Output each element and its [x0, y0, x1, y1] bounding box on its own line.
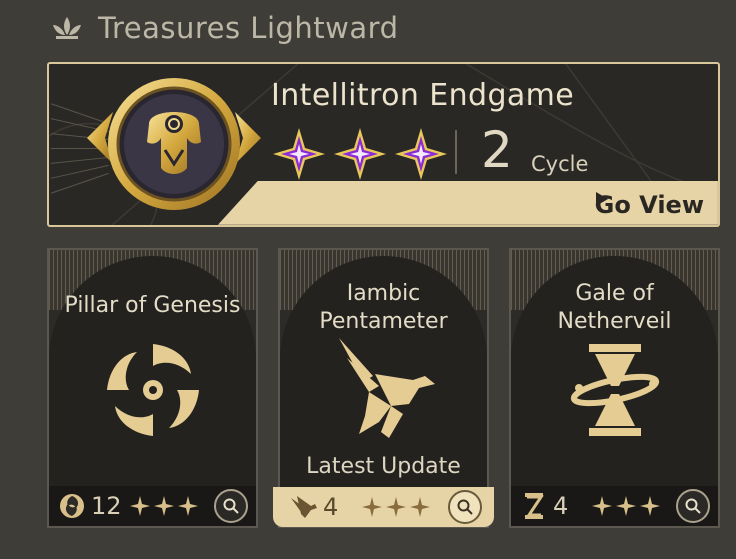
section-header: Treasures Lightward [50, 8, 398, 48]
purple-star-icon [395, 128, 447, 180]
difficulty-stars [129, 495, 199, 517]
small-star-icon [410, 497, 430, 517]
small-star-icon [592, 496, 612, 516]
purple-star-icon [334, 128, 386, 180]
small-star-icon [362, 497, 382, 517]
difficulty-stars [591, 495, 661, 517]
card-title: Gale of Netherveil [557, 281, 672, 334]
lotus-icon [50, 15, 84, 41]
go-view-label: Go View [594, 191, 704, 219]
play-arrow-icon [595, 192, 608, 206]
cycle-number: 2 [481, 121, 513, 179]
latest-update-label: Latest Update [306, 454, 461, 479]
small-star-icon [178, 496, 198, 516]
card-footer: 4 [511, 486, 718, 526]
search-icon [223, 498, 239, 514]
intellitron-endgame-card[interactable]: Intellitron Endgame 2 Cycle Go View [47, 62, 720, 227]
card-footer: 12 [49, 486, 256, 526]
search-icon [457, 499, 473, 515]
purple-star-icon [273, 128, 325, 180]
card-gale-of-netherveil[interactable]: Gale of Netherveil 4 [509, 248, 720, 528]
bird-icon [338, 338, 435, 438]
search-button[interactable] [448, 490, 482, 524]
section-title: Treasures Lightward [98, 11, 399, 45]
small-star-icon [386, 497, 406, 517]
vortex-icon [106, 344, 199, 436]
search-button[interactable] [676, 489, 710, 523]
feather-icon [289, 492, 319, 522]
hourglass-icon [570, 344, 659, 436]
card-title: Iambic Pentameter [319, 281, 448, 334]
go-view-bar: Go View [49, 181, 718, 225]
go-view-button[interactable]: Go View [595, 191, 704, 219]
challenge-title: Intellitron Endgame [271, 78, 575, 113]
hourglass-small-icon [519, 491, 549, 521]
highlighted-card-footer: 4 [273, 487, 494, 527]
star-rating [271, 126, 449, 182]
cycle-label: Cycle [531, 152, 589, 176]
swirl-icon [57, 491, 87, 521]
small-star-icon [130, 496, 150, 516]
card-pillar-of-genesis[interactable]: Pillar of Genesis 12 [47, 248, 258, 528]
search-icon [685, 498, 701, 514]
star-count: 4 [323, 493, 339, 521]
card-title: Pillar of Genesis [64, 293, 241, 318]
difficulty-stars [361, 496, 431, 518]
star-count: 12 [91, 492, 122, 520]
star-count: 4 [553, 492, 569, 520]
divider [455, 130, 457, 174]
search-button[interactable] [214, 489, 248, 523]
small-star-icon [616, 496, 636, 516]
small-star-icon [640, 496, 660, 516]
small-star-icon [154, 496, 174, 516]
card-iambic-pentameter[interactable]: Iambic Pentameter Latest Update [278, 248, 489, 528]
